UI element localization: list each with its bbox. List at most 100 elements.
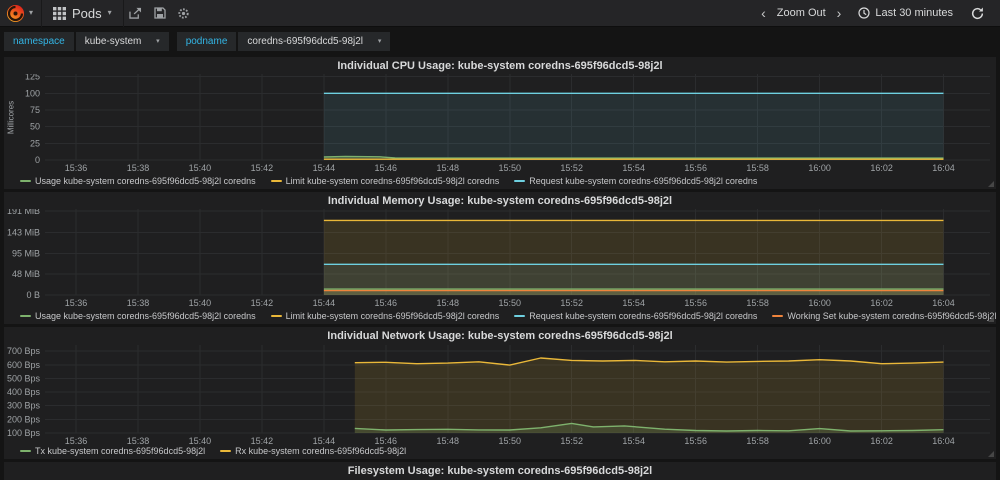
svg-text:15:58: 15:58 (746, 163, 769, 173)
legend-item[interactable]: Request kube-system coredns-695f96dcd5-9… (514, 176, 757, 186)
svg-text:300 Bps: 300 Bps (7, 401, 41, 411)
save-button[interactable] (148, 0, 172, 26)
chevron-down-icon: ▾ (156, 38, 160, 45)
legend-swatch-icon (271, 180, 282, 182)
legend-label: Limit kube-system coredns-695f96dcd5-98j… (286, 311, 500, 321)
legend-label: Usage kube-system coredns-695f96dcd5-98j… (35, 176, 256, 186)
panel-title[interactable]: Individual Memory Usage: kube-system cor… (4, 195, 996, 207)
svg-text:15:54: 15:54 (622, 436, 645, 446)
variable-namespace: namespace kube-system ▾ (4, 32, 169, 51)
resize-grip[interactable] (988, 181, 994, 187)
variable-namespace-dropdown[interactable]: kube-system ▾ (76, 32, 169, 51)
svg-text:500 Bps: 500 Bps (7, 373, 41, 383)
legend-swatch-icon (772, 315, 783, 317)
grafana-logo-icon (6, 4, 25, 23)
variable-podname-label: podname (177, 32, 237, 51)
time-shift-back-button[interactable]: ‹ (756, 5, 771, 21)
resize-grip[interactable] (988, 451, 994, 457)
svg-text:15:54: 15:54 (622, 163, 645, 173)
legend-swatch-icon (20, 315, 31, 317)
svg-text:15:36: 15:36 (65, 436, 88, 446)
memory-legend: Usage kube-system coredns-695f96dcd5-98j… (20, 311, 996, 321)
svg-text:25: 25 (30, 138, 40, 148)
svg-text:15:52: 15:52 (560, 163, 583, 173)
svg-text:700 Bps: 700 Bps (7, 346, 41, 356)
panel-memory-usage: Individual Memory Usage: kube-system cor… (4, 192, 996, 324)
legend-item[interactable]: Rx kube-system coredns-695f96dcd5-98j2l (220, 446, 406, 456)
svg-text:15:48: 15:48 (437, 163, 460, 173)
share-button[interactable] (124, 0, 148, 26)
svg-text:15:40: 15:40 (189, 298, 212, 308)
svg-text:15:38: 15:38 (127, 436, 150, 446)
time-shift-forward-button[interactable]: › (832, 5, 847, 21)
cpu-usage-chart[interactable]: 15:3615:3815:4015:4215:4415:4615:4815:50… (4, 74, 996, 174)
dashboard-picker[interactable]: Pods ▾ (42, 0, 123, 26)
svg-text:15:42: 15:42 (251, 436, 274, 446)
svg-text:400 Bps: 400 Bps (7, 387, 41, 397)
svg-text:15:56: 15:56 (684, 436, 707, 446)
svg-text:125: 125 (25, 74, 40, 82)
svg-text:0: 0 (35, 155, 40, 165)
svg-text:16:02: 16:02 (870, 163, 893, 173)
cpu-legend: Usage kube-system coredns-695f96dcd5-98j… (20, 176, 757, 186)
svg-text:48 MiB: 48 MiB (12, 269, 40, 279)
clock-icon (858, 7, 870, 19)
dashboard-title: Pods (72, 6, 102, 21)
navbar: ▾ Pods ▾ ‹ (0, 0, 1000, 27)
svg-text:15:48: 15:48 (437, 436, 460, 446)
legend-item[interactable]: Request kube-system coredns-695f96dcd5-9… (514, 311, 757, 321)
panel-cpu-usage: Individual CPU Usage: kube-system coredn… (4, 57, 996, 189)
svg-text:16:00: 16:00 (808, 298, 831, 308)
network-usage-chart[interactable]: 15:3615:3815:4015:4215:4415:4615:4815:50… (4, 345, 996, 447)
svg-text:16:04: 16:04 (932, 163, 955, 173)
legend-item[interactable]: Usage kube-system coredns-695f96dcd5-98j… (20, 176, 256, 186)
legend-item[interactable]: Working Set kube-system coredns-695f96dc… (772, 311, 996, 321)
svg-text:16:02: 16:02 (870, 298, 893, 308)
legend-item[interactable]: Limit kube-system coredns-695f96dcd5-98j… (271, 311, 500, 321)
time-range-picker[interactable]: Last 30 minutes (850, 7, 961, 19)
memory-usage-chart[interactable]: 15:3615:3815:4015:4215:4415:4615:4815:50… (4, 209, 996, 309)
zoom-out-button[interactable]: Zoom Out (775, 7, 828, 19)
svg-text:15:56: 15:56 (684, 163, 707, 173)
svg-text:0 B: 0 B (26, 290, 40, 300)
panel-network-usage: Individual Network Usage: kube-system co… (4, 327, 996, 459)
svg-text:75: 75 (30, 105, 40, 115)
svg-text:15:54: 15:54 (622, 298, 645, 308)
legend-swatch-icon (514, 315, 525, 317)
chevron-down-icon: ▾ (108, 9, 112, 17)
variable-podname: podname coredns-695f96dcd5-98j2l ▾ (177, 32, 391, 51)
panel-title[interactable]: Filesystem Usage: kube-system coredns-69… (4, 465, 996, 477)
svg-text:600 Bps: 600 Bps (7, 360, 41, 370)
refresh-icon (971, 7, 984, 20)
settings-button[interactable] (172, 0, 196, 26)
variable-namespace-label: namespace (4, 32, 74, 51)
svg-text:15:40: 15:40 (189, 163, 212, 173)
y-axis-label: Millicores (7, 83, 16, 153)
variable-podname-dropdown[interactable]: coredns-695f96dcd5-98j2l ▾ (238, 32, 390, 51)
svg-text:95 MiB: 95 MiB (12, 248, 40, 258)
legend-label: Tx kube-system coredns-695f96dcd5-98j2l (35, 446, 205, 456)
svg-text:15:38: 15:38 (127, 298, 150, 308)
svg-text:15:44: 15:44 (313, 163, 336, 173)
legend-item[interactable]: Tx kube-system coredns-695f96dcd5-98j2l (20, 446, 205, 456)
legend-item[interactable]: Limit kube-system coredns-695f96dcd5-98j… (271, 176, 500, 186)
grafana-menu-button[interactable]: ▾ (0, 0, 41, 26)
resize-grip[interactable] (988, 316, 994, 322)
svg-text:16:00: 16:00 (808, 436, 831, 446)
svg-text:16:04: 16:04 (932, 436, 955, 446)
svg-text:15:58: 15:58 (746, 298, 769, 308)
svg-text:15:42: 15:42 (251, 163, 274, 173)
panel-title[interactable]: Individual Network Usage: kube-system co… (4, 330, 996, 342)
svg-text:15:44: 15:44 (313, 436, 336, 446)
legend-swatch-icon (271, 315, 282, 317)
legend-label: Working Set kube-system coredns-695f96dc… (787, 311, 996, 321)
legend-label: Request kube-system coredns-695f96dcd5-9… (529, 311, 757, 321)
svg-text:15:58: 15:58 (746, 436, 769, 446)
refresh-button[interactable] (965, 7, 990, 20)
legend-item[interactable]: Usage kube-system coredns-695f96dcd5-98j… (20, 311, 256, 321)
svg-text:15:50: 15:50 (499, 436, 522, 446)
svg-text:15:42: 15:42 (251, 298, 274, 308)
svg-text:15:36: 15:36 (65, 163, 88, 173)
chevron-down-icon: ▾ (378, 38, 382, 45)
panel-title[interactable]: Individual CPU Usage: kube-system coredn… (4, 60, 996, 72)
